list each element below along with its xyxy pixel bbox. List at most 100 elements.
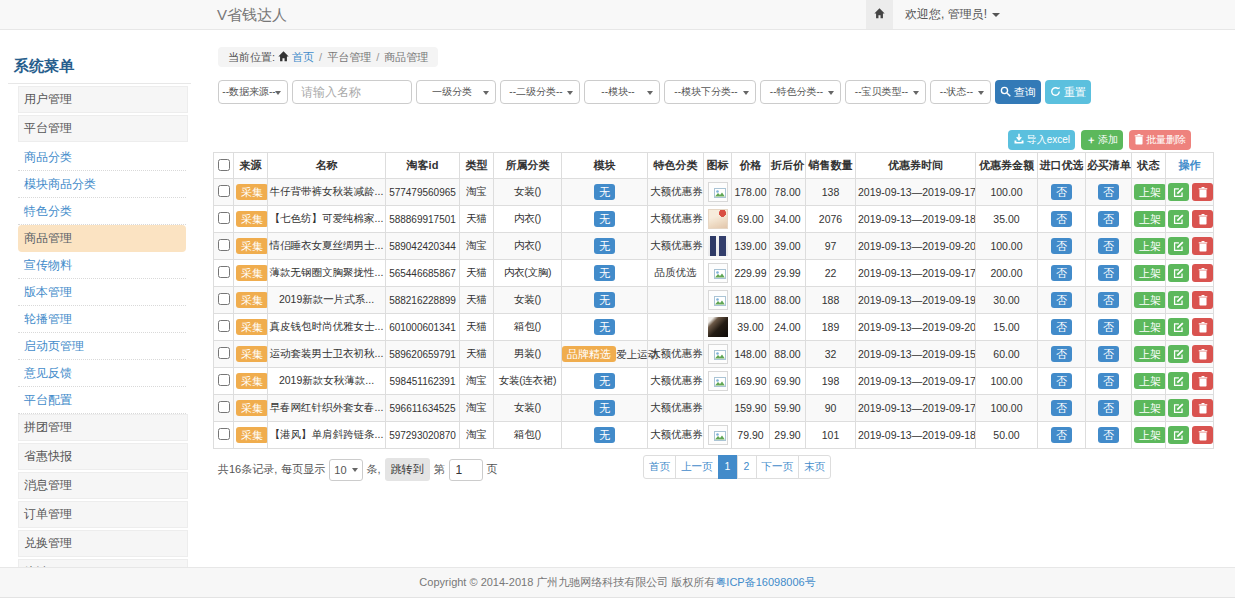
must-buy-badge[interactable]: 否 [1098,292,1119,308]
delete-button[interactable] [1192,372,1213,390]
status-badge[interactable]: 上架 [1134,265,1166,281]
delete-button[interactable] [1192,345,1213,363]
sidebar-item-商品分类[interactable]: 商品分类 [18,144,186,171]
sidebar-item-兑换管理[interactable]: 兑换管理 [18,530,188,557]
row-checkbox[interactable] [218,374,230,386]
must-buy-badge[interactable]: 否 [1098,238,1119,254]
home-button[interactable] [866,0,893,29]
sidebar-item-特色分类[interactable]: 特色分类 [18,198,186,225]
batch-delete-button[interactable]: 批量删除 [1129,130,1191,150]
filter-select[interactable]: --特色分类-- [760,80,841,104]
user-menu[interactable]: 欢迎您, 管理员! [905,0,1000,29]
filter-select[interactable]: 一级分类 [416,80,496,104]
page-button-1[interactable]: 1 [718,455,738,479]
delete-button[interactable] [1192,426,1213,444]
imported-badge[interactable]: 否 [1051,184,1072,200]
status-badge[interactable]: 上架 [1134,319,1166,335]
delete-button[interactable] [1192,237,1213,255]
must-buy-badge[interactable]: 否 [1098,319,1119,335]
edit-button[interactable] [1168,291,1189,309]
sidebar-item-订单管理[interactable]: 订单管理 [18,501,188,528]
delete-button[interactable] [1192,318,1213,336]
must-buy-badge[interactable]: 否 [1098,373,1119,389]
imported-badge[interactable]: 否 [1051,238,1072,254]
status-badge[interactable]: 上架 [1134,400,1166,416]
sidebar-item-商品管理[interactable]: 商品管理 [18,225,186,252]
sidebar-item-模块商品分类[interactable]: 模块商品分类 [18,171,186,198]
sidebar-item-省惠快报[interactable]: 省惠快报 [18,443,188,470]
page-number-input[interactable] [449,459,483,481]
import-excel-button[interactable]: 导入excel [1008,130,1075,150]
imported-badge[interactable]: 否 [1051,319,1072,335]
filter-select[interactable]: --数据来源-- [218,80,288,104]
imported-badge[interactable]: 否 [1051,373,1072,389]
must-buy-badge[interactable]: 否 [1098,211,1119,227]
edit-button[interactable] [1168,237,1189,255]
sidebar-item-平台配置[interactable]: 平台配置 [18,387,186,414]
delete-button[interactable] [1192,264,1213,282]
status-badge[interactable]: 上架 [1134,346,1166,362]
imported-badge[interactable]: 否 [1051,427,1072,443]
filter-select[interactable]: --状态-- [930,80,991,104]
row-checkbox[interactable] [218,428,230,440]
status-badge[interactable]: 上架 [1134,184,1166,200]
reset-button[interactable]: 重置 [1045,80,1091,104]
select-all-checkbox[interactable] [218,159,230,171]
status-badge[interactable]: 上架 [1134,238,1166,254]
edit-button[interactable] [1168,426,1189,444]
imported-badge[interactable]: 否 [1051,292,1072,308]
filter-select[interactable]: --模块下分类-- [664,80,756,104]
filter-select[interactable]: --二级分类-- [500,80,580,104]
add-button[interactable]: ＋添加 [1081,130,1123,150]
page-button-首页[interactable]: 首页 [643,455,676,479]
must-buy-badge[interactable]: 否 [1098,184,1119,200]
row-checkbox[interactable] [218,347,230,359]
edit-button[interactable] [1168,372,1189,390]
page-button-末页[interactable]: 末页 [798,455,831,479]
row-checkbox[interactable] [218,239,230,251]
delete-button[interactable] [1192,183,1213,201]
delete-button[interactable] [1192,210,1213,228]
must-buy-badge[interactable]: 否 [1098,346,1119,362]
sidebar-item-用户管理[interactable]: 用户管理 [18,86,188,113]
edit-button[interactable] [1168,318,1189,336]
sidebar-item-平台管理[interactable]: 平台管理 [18,115,188,142]
edit-button[interactable] [1168,345,1189,363]
row-checkbox[interactable] [218,320,230,332]
sidebar-item-意见反馈[interactable]: 意见反馈 [18,360,186,387]
breadcrumb-home-link[interactable]: 首页 [292,51,314,63]
sidebar-item-宣传物料[interactable]: 宣传物料 [18,252,186,279]
status-badge[interactable]: 上架 [1134,211,1166,227]
search-button[interactable]: 查询 [995,80,1041,104]
edit-button[interactable] [1168,183,1189,201]
edit-button[interactable] [1168,399,1189,417]
status-badge[interactable]: 上架 [1134,292,1166,308]
filter-select[interactable]: --宝贝类型-- [845,80,926,104]
edit-button[interactable] [1168,264,1189,282]
icp-link[interactable]: 粤ICP备16098006号 [715,576,815,588]
page-button-上一页[interactable]: 上一页 [675,455,719,479]
delete-button[interactable] [1192,291,1213,309]
imported-badge[interactable]: 否 [1051,265,1072,281]
sidebar-item-拼团管理[interactable]: 拼团管理 [18,414,188,441]
sidebar-item-消息管理[interactable]: 消息管理 [18,472,188,499]
jump-button[interactable]: 跳转到 [385,458,430,481]
must-buy-badge[interactable]: 否 [1098,400,1119,416]
must-buy-badge[interactable]: 否 [1098,265,1119,281]
row-checkbox[interactable] [218,185,230,197]
sidebar-item-版本管理[interactable]: 版本管理 [18,279,186,306]
imported-badge[interactable]: 否 [1051,211,1072,227]
row-checkbox[interactable] [218,293,230,305]
must-buy-badge[interactable]: 否 [1098,427,1119,443]
row-checkbox[interactable] [218,401,230,413]
sidebar-item-启动页管理[interactable]: 启动页管理 [18,333,186,360]
delete-button[interactable] [1192,399,1213,417]
status-badge[interactable]: 上架 [1134,427,1166,443]
page-button-下一页[interactable]: 下一页 [756,455,800,479]
name-search-input[interactable] [292,80,412,104]
filter-select[interactable]: --模块-- [584,80,660,104]
imported-badge[interactable]: 否 [1051,400,1072,416]
row-checkbox[interactable] [218,212,230,224]
imported-badge[interactable]: 否 [1051,346,1072,362]
sidebar-item-轮播管理[interactable]: 轮播管理 [18,306,186,333]
